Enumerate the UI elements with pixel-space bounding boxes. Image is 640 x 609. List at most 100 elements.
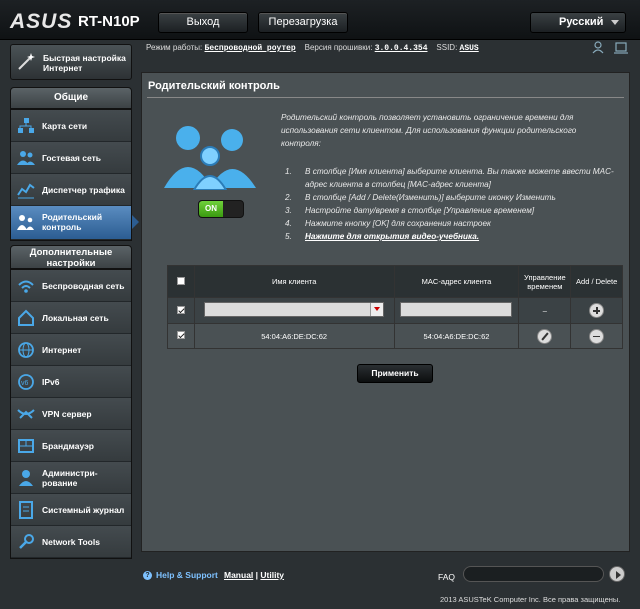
sidebar-item-firewall[interactable]: Брандмауэр [11, 430, 131, 462]
sidebar-item-guest-network[interactable]: Гостевая сеть [11, 142, 131, 174]
table-row-new: – [167, 297, 623, 324]
firmware-value[interactable]: 3.0.0.4.354 [375, 44, 428, 53]
sidebar-item-system-log[interactable]: Системный журнал [11, 494, 131, 526]
usb-status-icon[interactable] [614, 42, 628, 54]
delete-icon[interactable] [589, 328, 605, 344]
step-number: 4. [285, 219, 292, 228]
sidebar-item-label: IPv6 [42, 377, 60, 387]
language-label: Русский [559, 16, 604, 28]
administration-icon [19, 470, 33, 486]
dropdown-arrow-icon[interactable] [370, 303, 384, 316]
mac-address-input[interactable] [400, 302, 513, 317]
parental-control-toggle[interactable]: ON [198, 200, 244, 218]
table-row: 54:04:A6:DE:DC:62 54:04:A6:DE:DC:62 [167, 323, 623, 349]
users-status-icon[interactable] [592, 41, 604, 54]
sidebar-item-label: Системный журнал [42, 505, 125, 515]
instruction-item: 3. Настройте дату/время в столбце [Управл… [285, 204, 615, 217]
guest-network-icon [17, 151, 35, 165]
quick-setup-label: Быстрая настройка Интернет [43, 53, 126, 73]
sidebar-item-label: Администри-рование [42, 468, 98, 488]
column-header-add-delete: Add / Delete [570, 265, 623, 298]
firewall-icon [18, 439, 34, 453]
column-header-time-management: Управление временем [518, 265, 572, 298]
sidebar-item-label: Локальная сеть [42, 313, 109, 323]
mode-value[interactable]: Беспроводной роутер [205, 44, 296, 53]
sidebar-item-traffic-manager[interactable]: Диспетчер трафика [11, 174, 131, 206]
row-checkbox[interactable] [176, 331, 185, 339]
language-select[interactable]: Русский [530, 12, 626, 33]
ipv6-icon: v6 [18, 374, 34, 390]
help-icon: ? [143, 570, 152, 580]
row-checkbox[interactable] [176, 305, 185, 314]
wireless-icon [18, 280, 34, 293]
sidebar-item-label: Диспетчер трафика [42, 185, 125, 195]
sidebar-item-ipv6[interactable]: v6 IPv6 [11, 366, 131, 398]
help-support-label: Help & Support [156, 570, 218, 580]
sidebar-item-administration[interactable]: Администри-рование [11, 462, 131, 494]
mode-label: Режим работы: [146, 43, 203, 52]
sidebar-item-label: Беспроводная сеть [42, 281, 125, 291]
sidebar-item-label: Гостевая сеть [42, 153, 101, 163]
column-header-mac: MAC-адрес клиента [393, 265, 520, 298]
step-text: Нажмите кнопку [OK] для сохранения настр… [305, 219, 491, 228]
quick-setup-button[interactable]: Быстрая настройка Интернет [10, 44, 132, 80]
mac-cell [393, 297, 520, 324]
network-map-icon [18, 118, 34, 133]
help-support[interactable]: ? Help & Support [143, 570, 218, 580]
sidebar-item-label: Брандмауэр [42, 441, 94, 451]
description-text: Родительский контроль позволяет установи… [281, 113, 577, 148]
instruction-item: 1. В столбце [Имя клиента] выберите клиен… [285, 165, 615, 191]
row-checkbox-cell [167, 297, 195, 324]
sidebar-item-internet[interactable]: Интернет [11, 334, 131, 366]
instruction-item: 2. В столбце [Add / Delete(Изменить)] выб… [285, 191, 615, 204]
faq-search-input[interactable] [463, 566, 604, 582]
status-icons[interactable] [592, 40, 632, 56]
svg-text:v6: v6 [21, 380, 29, 387]
client-name-cell [193, 297, 395, 324]
ssid-label: SSID: [436, 43, 458, 52]
faq-go-icon[interactable] [609, 566, 625, 582]
client-name-cell: 54:04:A6:DE:DC:62 [193, 323, 395, 349]
lan-icon [18, 309, 34, 326]
add-cell [570, 297, 623, 324]
sidebar-item-network-tools[interactable]: Network Tools [11, 526, 131, 558]
edit-icon[interactable] [537, 328, 553, 344]
manual-link[interactable]: Manual [224, 570, 253, 580]
family-icon [164, 126, 256, 190]
step-number: 3. [285, 206, 292, 215]
sidebar-item-parental-control[interactable]: Родительский контроль [11, 206, 139, 240]
sidebar-item-label: Интернет [42, 345, 82, 355]
reboot-button[interactable]: Перезагрузка [258, 12, 348, 33]
sidebar-item-vpn[interactable]: VPN сервер [11, 398, 131, 430]
utility-link[interactable]: Utility [260, 570, 284, 580]
copyright-text: 2013 ASUSTeK Computer Inc. Все права защ… [440, 595, 621, 604]
advanced-section-header: Дополнительные настройки [10, 245, 132, 269]
sidebar-item-lan[interactable]: Локальная сеть [11, 302, 131, 334]
table-header-row: Имя клиента MAC-адрес клиента Управление… [167, 265, 623, 298]
page-title: Родительский контроль [148, 80, 280, 92]
video-tutorial-link[interactable]: Нажмите для открытия видео-учебника. [305, 230, 615, 243]
row-checkbox-cell [167, 323, 195, 349]
client-rules-table: Имя клиента MAC-адрес клиента Управление… [167, 265, 623, 349]
client-name-dropdown[interactable] [204, 302, 385, 317]
step-text: Настройте дату/время в столбце [Управлен… [305, 206, 535, 215]
chevron-down-icon [611, 20, 619, 25]
parental-control-icon [17, 215, 34, 230]
sidebar-item-wireless[interactable]: Беспроводная сеть [11, 270, 131, 302]
apply-button[interactable]: Применить [357, 364, 433, 383]
vpn-icon [17, 409, 35, 419]
time-cell: – [518, 297, 572, 324]
status-info-bar: Режим работы: Беспроводной роутер Версия… [146, 43, 479, 53]
model-name: RT-N10P [78, 13, 140, 30]
add-icon[interactable] [589, 303, 605, 318]
footer-separator: | [255, 570, 259, 580]
select-all-checkbox[interactable] [176, 276, 185, 285]
advanced-menu: Беспроводная сеть Локальная сеть Интерне… [10, 269, 132, 559]
sidebar-item-network-map[interactable]: Карта сети [11, 110, 131, 142]
ssid-value[interactable]: ASUS [460, 44, 479, 53]
step-number: 2. [285, 193, 292, 202]
system-log-icon [19, 501, 33, 519]
logout-button[interactable]: Выход [158, 12, 248, 33]
step-number: 5. [285, 232, 292, 241]
network-tools-icon [19, 534, 34, 549]
